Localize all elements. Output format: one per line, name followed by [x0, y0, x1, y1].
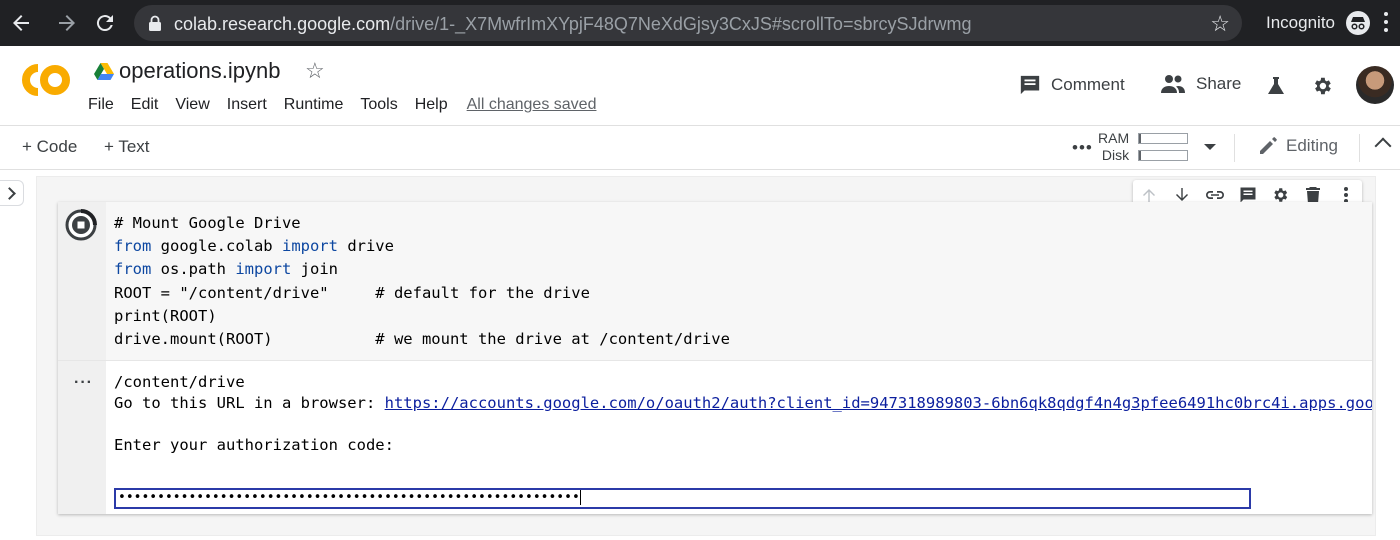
reload-icon[interactable]: [93, 11, 117, 35]
code-token: os.path: [151, 260, 236, 279]
code-token: print(ROOT): [114, 306, 217, 325]
menu-edit[interactable]: Edit: [131, 96, 159, 114]
output-line: Go to this URL in a browser:: [114, 394, 385, 412]
menu-tools[interactable]: Tools: [360, 96, 397, 114]
output-line: Enter your authorization code:: [114, 436, 394, 454]
code-keyword: from: [114, 237, 152, 256]
output-divider: [58, 360, 1372, 361]
pencil-icon: [1260, 137, 1277, 154]
incognito-icon[interactable]: [1346, 11, 1370, 35]
code-line: from os.path import join: [114, 258, 730, 281]
chevron-up-icon[interactable]: [1374, 137, 1392, 155]
save-status-link[interactable]: All changes saved: [467, 96, 597, 114]
code-token: drive: [337, 237, 394, 256]
share-button[interactable]: Share: [1160, 74, 1241, 94]
cell-gutter: [58, 202, 106, 514]
divider: [1234, 134, 1235, 162]
disk-label: Disk: [1101, 147, 1130, 163]
colab-logo[interactable]: [18, 60, 72, 100]
flask-icon[interactable]: [1266, 76, 1286, 96]
output-line: /content/drive: [114, 373, 245, 391]
resource-meters[interactable]: [1138, 133, 1188, 167]
url-text: colab.research.google.com/drive/1-_X7Mwf…: [174, 14, 971, 35]
comment-icon: [1020, 75, 1040, 95]
code-keyword: import: [235, 260, 292, 279]
menu-view[interactable]: View: [175, 96, 209, 114]
disk-meter: [1138, 150, 1188, 161]
notebook-toolbar: + Code + Text ••• RAM Disk Editing: [0, 126, 1400, 170]
code-keyword: from: [114, 260, 152, 279]
code-line: ROOT = "/content/drive" # default for th…: [114, 282, 730, 305]
menu-insert[interactable]: Insert: [227, 96, 267, 114]
code-line: # Mount Google Drive: [114, 212, 730, 235]
editing-mode-button[interactable]: Editing: [1258, 136, 1338, 156]
avatar[interactable]: [1356, 66, 1394, 104]
ram-meter-fill: [1139, 134, 1142, 143]
add-code-button[interactable]: + Code: [22, 137, 77, 157]
browser-menu-icon[interactable]: [1384, 12, 1390, 34]
editing-label: Editing: [1286, 136, 1338, 155]
colab-header: operations.ipynb ☆ File Edit View Insert…: [0, 46, 1400, 126]
menu-runtime[interactable]: Runtime: [284, 96, 344, 114]
star-icon[interactable]: ☆: [305, 58, 325, 84]
people-icon: [1161, 75, 1185, 93]
comment-label: Comment: [1051, 75, 1125, 94]
code-token: join: [291, 260, 338, 279]
authorization-code-input[interactable]: ••••••••••••••••••••••••••••••••••••••••…: [114, 488, 1251, 509]
code-token: ROOT = "/content/drive" # default for th…: [114, 283, 590, 302]
code-line: from google.colab import drive: [114, 235, 730, 258]
notebook-title[interactable]: operations.ipynb: [119, 58, 280, 84]
forward-arrow-icon[interactable]: [55, 11, 79, 35]
url-host: colab.research.google.com: [174, 14, 391, 34]
output-menu-icon[interactable]: ···: [74, 374, 93, 392]
code-token: drive.mount(ROOT) # we mount the drive a…: [114, 330, 730, 349]
resource-labels[interactable]: RAM Disk: [1098, 130, 1129, 164]
stop-execution-icon[interactable]: [65, 209, 97, 241]
share-label: Share: [1196, 74, 1242, 93]
menu-bar: File Edit View Insert Runtime Tools Help…: [88, 96, 596, 114]
settings-gear-icon[interactable]: [1311, 75, 1333, 97]
text-cursor: [579, 490, 581, 505]
masked-code: ••••••••••••••••••••••••••••••••••••••••…: [118, 490, 580, 505]
sidebar-toggle-icon[interactable]: [0, 180, 24, 206]
code-token: # Mount Google Drive: [114, 214, 301, 232]
browser-toolbar: colab.research.google.com/drive/1-_X7Mwf…: [0, 0, 1400, 46]
lock-icon: [149, 15, 161, 31]
code-cell[interactable]: # Mount Google Drive from google.colab im…: [58, 202, 1372, 514]
comment-button[interactable]: Comment: [1019, 74, 1125, 96]
bookmark-star-icon[interactable]: ☆: [1210, 11, 1230, 37]
back-arrow-icon[interactable]: [9, 11, 33, 35]
code-text[interactable]: # Mount Google Drive from google.colab im…: [114, 212, 730, 351]
code-line: print(ROOT): [114, 305, 730, 328]
code-line: drive.mount(ROOT) # we mount the drive a…: [114, 328, 730, 351]
add-text-button[interactable]: + Text: [104, 137, 150, 157]
address-bar[interactable]: colab.research.google.com/drive/1-_X7Mwf…: [134, 5, 1242, 41]
menu-file[interactable]: File: [88, 96, 114, 114]
oauth-link[interactable]: https://accounts.google.com/o/oauth2/aut…: [385, 394, 1372, 412]
ram-meter: [1138, 133, 1188, 144]
divider: [1359, 134, 1360, 162]
drive-icon: [94, 63, 114, 80]
code-keyword: import: [281, 237, 338, 256]
more-options-icon[interactable]: •••: [1072, 138, 1093, 158]
url-path: /drive/1-_X7MwfrImXYpjF48Q7NeXdGjsy3CxJS…: [390, 14, 972, 34]
incognito-label: Incognito: [1266, 13, 1335, 32]
disk-meter-fill: [1139, 151, 1142, 160]
cell-output: /content/drive Go to this URL in a brows…: [114, 372, 1372, 456]
chevron-down-icon[interactable]: [1204, 144, 1216, 150]
ram-label: RAM: [1098, 130, 1130, 146]
menu-help[interactable]: Help: [415, 96, 448, 114]
notebook-area: # Mount Google Drive from google.colab im…: [0, 170, 1400, 540]
code-token: google.colab: [151, 237, 282, 256]
